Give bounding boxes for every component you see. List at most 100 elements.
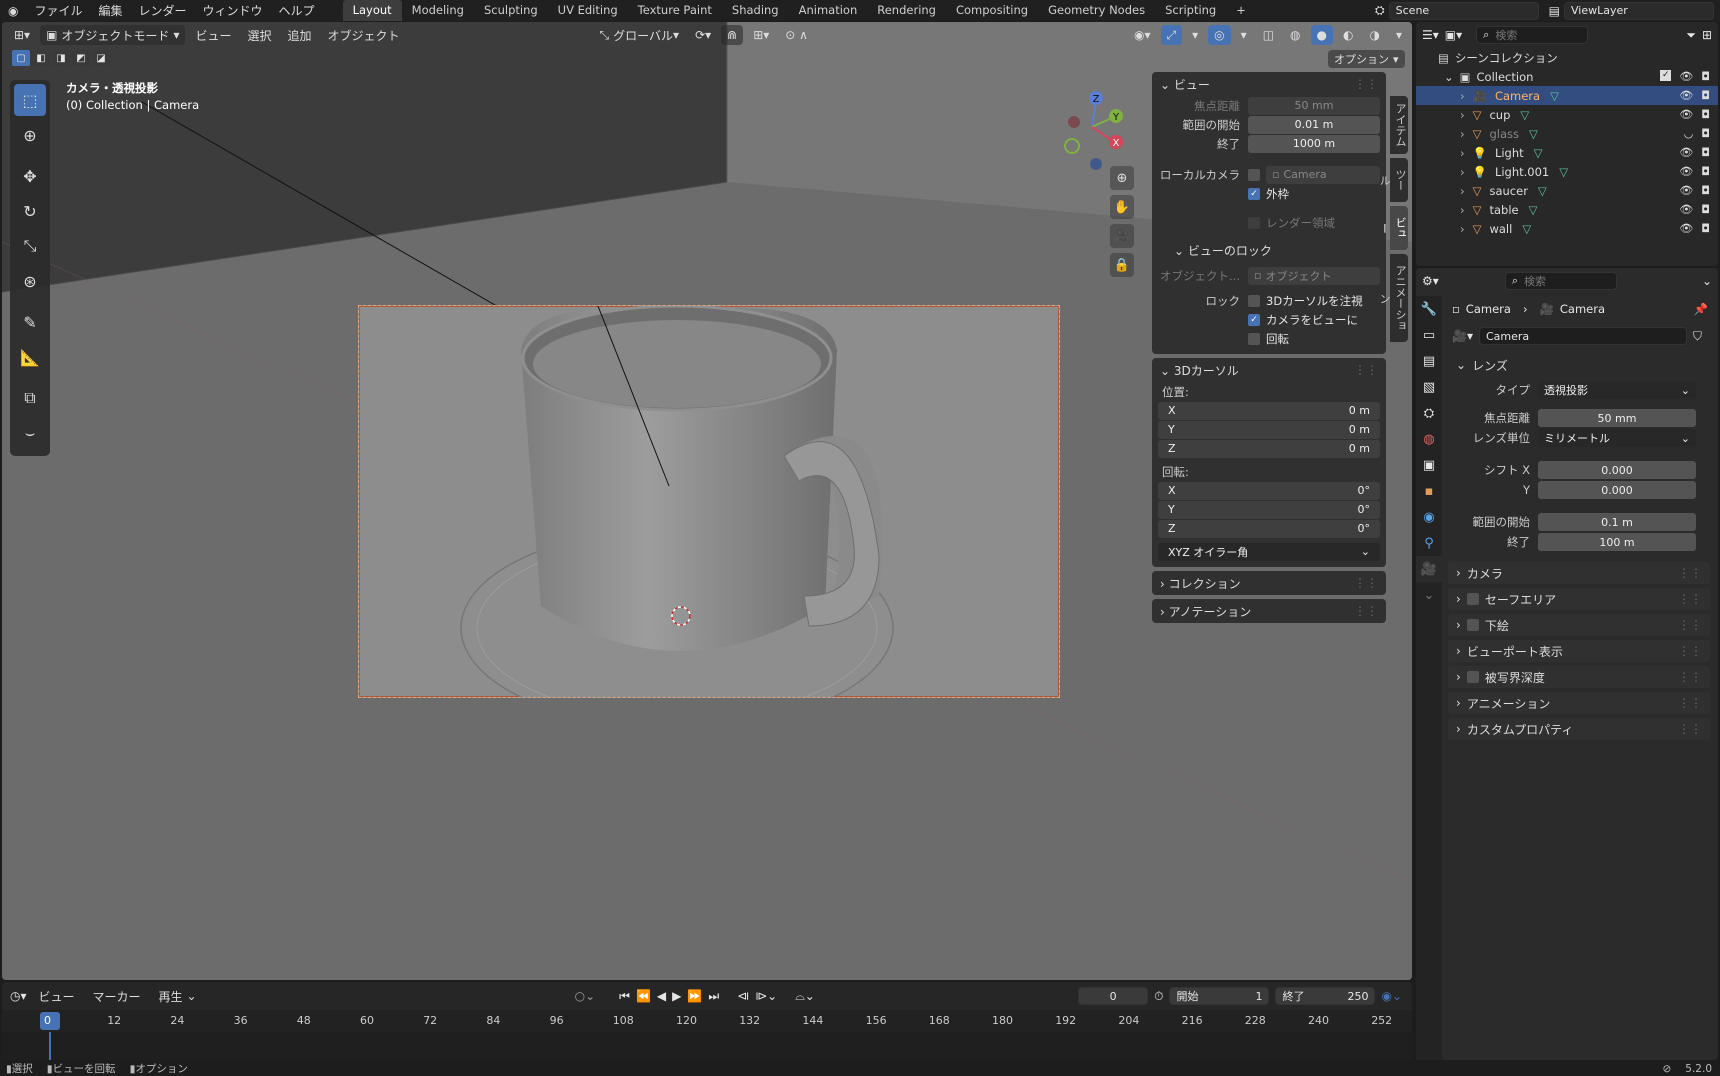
lens-section-header[interactable]: ⌄ レンズ	[1448, 354, 1710, 376]
cursor-tool[interactable]: ⊕	[14, 119, 46, 151]
cursor-location-y[interactable]: Y 0 m	[1158, 420, 1380, 439]
outliner-item-glass[interactable]: › ▽ glass ▽ ◡ ◘	[1416, 124, 1718, 143]
new-collection-icon[interactable]: ⊞	[1702, 28, 1712, 42]
sync-icon[interactable]: ◉⌄	[1381, 989, 1402, 1003]
menu-help[interactable]: ヘルプ	[271, 2, 323, 19]
shift-y-field[interactable]: 0.000	[1538, 481, 1696, 499]
section-4[interactable]: › 被写界深度 ⋮⋮	[1448, 666, 1710, 688]
eye-icon[interactable]: 👁	[1679, 108, 1693, 121]
transform-tool[interactable]: ⊛	[14, 265, 46, 297]
view-lock-header[interactable]: ⌄ ビューのロック	[1152, 238, 1386, 262]
section-6[interactable]: › カスタムプロパティ ⋮⋮	[1448, 718, 1710, 740]
chevron-down-icon[interactable]: ⌄	[1702, 274, 1712, 288]
chevron-right-icon[interactable]: ›	[1460, 108, 1465, 122]
shield-icon[interactable]: ⛉	[1693, 329, 1702, 344]
section-3[interactable]: › ビューポート表示 ⋮⋮	[1448, 640, 1710, 662]
overlay-button[interactable]: ◎	[1208, 25, 1231, 45]
tab-modeling[interactable]: Modeling	[402, 0, 474, 21]
jump-end-icon[interactable]: ⏭	[708, 989, 719, 1004]
tab-compositing[interactable]: Compositing	[946, 0, 1038, 21]
camera-data-tab[interactable]: 🎥	[1416, 556, 1442, 582]
tab-scripting[interactable]: Scripting	[1155, 0, 1226, 21]
filter-icon[interactable]: ⏷	[1686, 28, 1696, 43]
drag-handle-icon[interactable]: ⋮⋮	[1678, 696, 1702, 710]
tab-sculpting[interactable]: Sculpting	[474, 0, 548, 21]
collection-row[interactable]: ⌄ ▣ Collection ✓ 👁 ◘	[1416, 67, 1718, 86]
next-keyframe-icon[interactable]: ⏩	[687, 989, 702, 1003]
select-new-icon[interactable]: ▢	[12, 50, 30, 66]
timeline-menu-marker[interactable]: マーカー	[87, 986, 147, 1006]
output-tab[interactable]: ▤	[1416, 348, 1442, 374]
section-2[interactable]: › 下絵 ⋮⋮	[1448, 614, 1710, 636]
lens-unit-dropdown[interactable]: ミリメートル ⌄	[1538, 429, 1696, 447]
lock-rotation-checkbox[interactable]	[1248, 332, 1260, 345]
collection-panel[interactable]: › コレクション ⋮⋮	[1152, 571, 1386, 595]
clip-end-field[interactable]: 1000 m	[1248, 134, 1380, 153]
menu-add[interactable]: 追加	[282, 25, 318, 45]
outliner-item-light[interactable]: › 💡 Light ▽ 👁 ◘	[1416, 143, 1718, 162]
shading-rendered[interactable]: ◑	[1363, 25, 1385, 45]
view-panel-header[interactable]: ⌄ ビュー ⋮⋮	[1152, 72, 1386, 96]
eye-icon[interactable]: 👁	[1679, 89, 1693, 102]
camera-render-icon[interactable]: ◘	[1701, 70, 1710, 83]
move-tool[interactable]: ✥	[14, 160, 46, 192]
local-camera-field[interactable]: ▫ Camera	[1266, 165, 1380, 184]
drag-handle-icon[interactable]: ⋮⋮	[1678, 566, 1702, 580]
camera-render-icon[interactable]: ◘	[1701, 203, 1710, 216]
play-reverse-icon[interactable]: ◀	[657, 989, 666, 1003]
mode-selector[interactable]: ▣ オブジェクトモード ▾	[40, 25, 186, 45]
lock-cursor-checkbox[interactable]	[1248, 294, 1260, 307]
camera-render-icon[interactable]: ◘	[1701, 127, 1710, 140]
eye-icon[interactable]: ◡	[1684, 127, 1694, 140]
section-1[interactable]: › セーフエリア ⋮⋮	[1448, 588, 1710, 610]
viewlayer-selector[interactable]: ViewLayer	[1564, 1, 1714, 20]
timeline-track[interactable]	[2, 1032, 1412, 1060]
section-0[interactable]: › カメラ ⋮⋮	[1448, 562, 1710, 584]
next-frame-icon[interactable]: ⧐⌄	[755, 989, 777, 1003]
select-invert-icon[interactable]: ◩	[72, 50, 90, 66]
outliner-item-saucer[interactable]: › ▽ saucer ▽ 👁 ◘	[1416, 181, 1718, 200]
current-frame-field[interactable]: 0	[1078, 987, 1149, 1005]
measure-tool[interactable]: 📐	[14, 341, 46, 373]
add-cube-tool[interactable]: ⧉	[14, 382, 46, 414]
prev-keyframe-icon[interactable]: ⏪	[636, 989, 651, 1003]
gizmo-dropdown[interactable]: ▾	[1186, 25, 1204, 45]
collection-tab[interactable]: ▣	[1416, 452, 1442, 478]
zoom-button[interactable]: ⊕	[1110, 166, 1134, 190]
eye-icon[interactable]: 👁	[1679, 146, 1693, 159]
scene-tab[interactable]: ⛭	[1416, 400, 1442, 426]
tab-shading[interactable]: Shading	[722, 0, 789, 21]
snap-button[interactable]: ⋒	[721, 25, 744, 45]
overlay-dropdown[interactable]: ▾	[1235, 25, 1253, 45]
clip-start-field[interactable]: 0.01 m	[1248, 115, 1380, 134]
cursor-rotation-z[interactable]: Z 0°	[1158, 519, 1380, 538]
menu-view[interactable]: ビュー	[189, 25, 237, 45]
clock-icon[interactable]: ◷▾	[10, 989, 27, 1003]
camera-view-button[interactable]: 🎥	[1110, 224, 1134, 248]
timeline-ruler[interactable]: 0 12 24 36 48 60 72 84 96 108 120 132 144 156 168 180 19…	[2, 1010, 1412, 1032]
focal-length-field[interactable]: 50 mm	[1538, 409, 1696, 427]
world-tab[interactable]: ◍	[1416, 426, 1442, 452]
visibility-button[interactable]: ◉▾	[1128, 25, 1157, 45]
select-intersect-icon[interactable]: ◪	[92, 50, 110, 66]
drag-handle-icon[interactable]: ⋮⋮	[1678, 670, 1702, 684]
camera-render-icon[interactable]: ◘	[1701, 108, 1710, 121]
section-checkbox[interactable]	[1466, 671, 1479, 683]
camera-render-icon[interactable]: ◘	[1701, 184, 1710, 197]
eye-icon[interactable]: 👁	[1679, 70, 1693, 83]
tab-layout[interactable]: Layout	[342, 0, 402, 21]
cursor-rotation-y[interactable]: Y 0°	[1158, 500, 1380, 519]
eye-icon[interactable]: 👁	[1679, 222, 1693, 235]
menu-file[interactable]: ファイル	[26, 2, 90, 19]
editor-type-button[interactable]: ⊞▾	[8, 25, 36, 45]
cursor-location-z[interactable]: Z 0 m	[1158, 439, 1380, 458]
chevron-right-icon[interactable]: ›	[1460, 203, 1465, 217]
start-frame-field[interactable]: 開始 1	[1169, 987, 1270, 1005]
editor-type-icon[interactable]: ⚙▾	[1422, 274, 1439, 288]
physics-tab[interactable]: ◉	[1416, 504, 1442, 530]
drag-handle-icon[interactable]: ⋮⋮	[1678, 618, 1702, 632]
cursor-rotation-x[interactable]: X 0°	[1158, 481, 1380, 500]
lens-type-dropdown[interactable]: 透視投影 ⌄	[1538, 381, 1696, 399]
object-tab[interactable]: ▪	[1416, 478, 1442, 504]
camera-render-icon[interactable]: ◘	[1701, 222, 1710, 235]
